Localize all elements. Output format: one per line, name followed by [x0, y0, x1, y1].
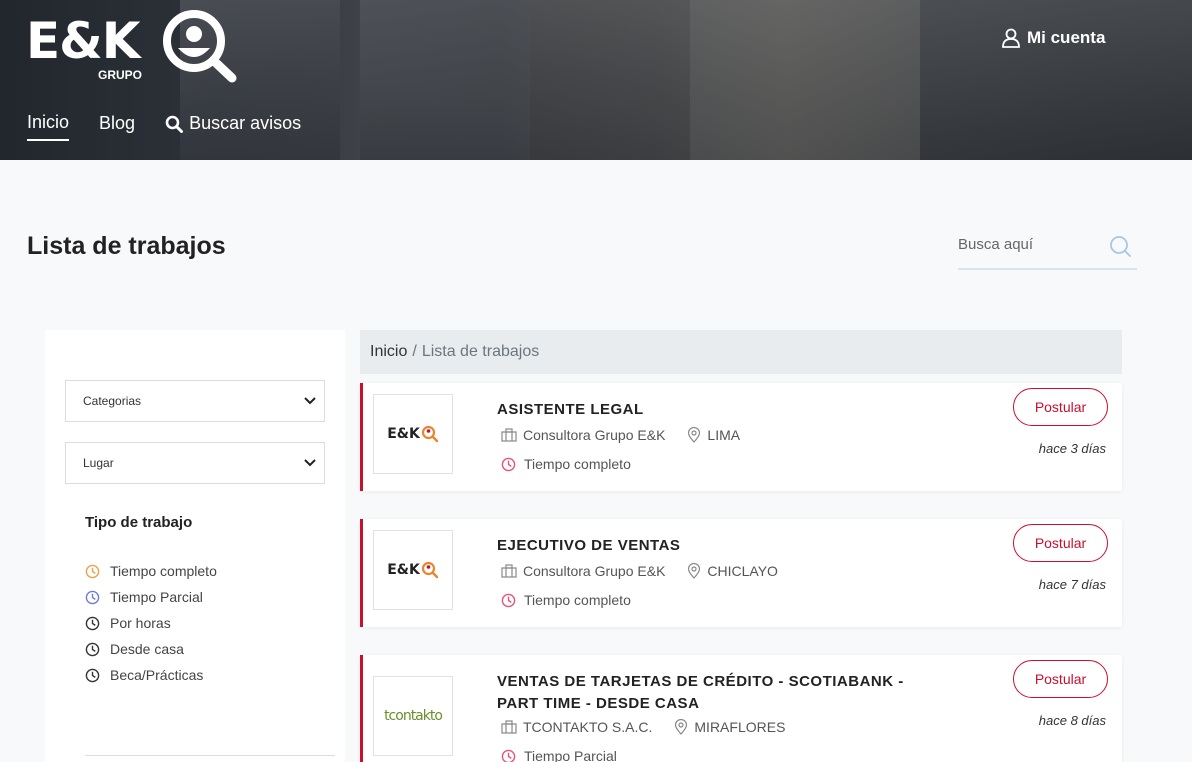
apply-button[interactable]: Postular: [1013, 388, 1108, 426]
sidebar-divider: [85, 755, 335, 756]
filters-sidebar: Categorias Lugar Tipo de trabajo Tiempo …: [45, 330, 345, 762]
building-icon: [501, 428, 517, 442]
nav-buscar-avisos[interactable]: Buscar avisos: [165, 113, 301, 140]
nav-blog[interactable]: Blog: [99, 113, 135, 140]
job-type-value: Tiempo completo: [524, 592, 631, 608]
category-select-value: Categorias: [83, 394, 142, 408]
clock-icon: [85, 642, 100, 656]
job-type-label: Beca/Prácticas: [110, 667, 204, 683]
breadcrumb-current: Lista de trabajos: [421, 343, 540, 360]
job-location: MIRAFLORES: [694, 719, 786, 735]
job-type-value: Tiempo Parcial: [524, 748, 617, 762]
header-banner: E&K GRUPO Mi cuenta Inicio Blog Buscar a…: [0, 0, 1192, 160]
clock-icon: [85, 616, 100, 630]
clock-icon: [501, 593, 516, 607]
clock-icon: [85, 590, 100, 604]
job-meta: Consultora Grupo E&K LIMA: [501, 427, 740, 443]
job-meta: Consultora Grupo E&K CHICLAYO: [501, 563, 778, 579]
company-logo-text: E&K: [387, 426, 420, 442]
job-card[interactable]: E&K EJECUTIVO DE VENTAS Consultora Grupo…: [360, 519, 1122, 627]
job-meta: TCONTAKTO S.A.C. MIRAFLORES: [501, 719, 785, 735]
clock-icon: [85, 668, 100, 682]
job-type-label: Tiempo Parcial: [110, 589, 203, 605]
job-type: Tiempo completo: [501, 456, 631, 472]
job-location: LIMA: [707, 427, 741, 443]
location-select[interactable]: Lugar: [65, 442, 325, 484]
company-logo: E&K: [373, 530, 453, 610]
nav-inicio[interactable]: Inicio: [27, 112, 70, 141]
breadcrumb: Inicio / Lista de trabajos: [360, 330, 1122, 374]
building-icon: [501, 720, 517, 734]
job-date: hace 3 días: [1038, 441, 1106, 456]
job-title[interactable]: ASISTENTE LEGAL: [497, 399, 907, 421]
job-card[interactable]: E&K ASISTENTE LEGAL Consultora Grupo E&K…: [360, 383, 1122, 491]
job-type-value: Tiempo completo: [524, 456, 631, 472]
job-type-label: Por horas: [110, 615, 171, 631]
company-logo-text: E&K: [387, 562, 420, 578]
logo-subtitle: GRUPO: [98, 68, 143, 82]
category-select[interactable]: Categorias: [65, 380, 325, 422]
location-pin-icon: [688, 427, 701, 443]
job-date: hace 8 días: [1038, 713, 1106, 728]
chevron-down-icon: [304, 459, 316, 467]
search-input[interactable]: [958, 226, 1098, 262]
nav-buscar-label: Buscar avisos: [189, 113, 302, 133]
job-type: Tiempo completo: [501, 592, 631, 608]
company-logo-text: tcontakto: [384, 708, 443, 724]
job-title[interactable]: VENTAS DE TARJETAS DE CRÉDITO - SCOTIABA…: [497, 671, 907, 715]
company-name: TCONTAKTO S.A.C.: [523, 719, 653, 735]
clock-icon: [501, 749, 516, 762]
search-icon: [165, 115, 184, 133]
user-icon: [1002, 28, 1020, 48]
apply-button[interactable]: Postular: [1013, 524, 1108, 562]
location-pin-icon: [675, 719, 688, 735]
location-select-value: Lugar: [83, 456, 114, 470]
breadcrumb-home[interactable]: Inicio: [370, 343, 407, 361]
magnifier-person-icon: [163, 10, 237, 83]
clock-icon: [501, 457, 516, 471]
logo-text: E&K: [26, 12, 141, 70]
site-logo[interactable]: E&K GRUPO: [26, 8, 246, 84]
job-card[interactable]: tcontakto VENTAS DE TARJETAS DE CRÉDITO …: [360, 655, 1122, 762]
job-date: hace 7 días: [1038, 577, 1106, 592]
location-pin-icon: [688, 563, 701, 579]
job-title[interactable]: EJECUTIVO DE VENTAS: [497, 535, 907, 557]
company-name: Consultora Grupo E&K: [523, 563, 666, 579]
company-name: Consultora Grupo E&K: [523, 427, 666, 443]
clock-icon: [85, 564, 100, 578]
account-link[interactable]: Mi cuenta: [1001, 28, 1105, 48]
page-title: Lista de trabajos: [27, 232, 226, 260]
main-nav: Inicio Blog Buscar avisos: [27, 112, 301, 141]
magnifier-icon: [421, 561, 439, 579]
job-type: Tiempo Parcial: [501, 748, 617, 762]
magnifier-icon: [421, 425, 439, 443]
job-location: CHICLAYO: [707, 563, 778, 579]
account-label: Mi cuenta: [1027, 28, 1106, 47]
search-box: [958, 226, 1137, 270]
apply-button[interactable]: Postular: [1013, 660, 1108, 698]
building-icon: [501, 564, 517, 578]
job-type-item[interactable]: Beca/Prácticas: [85, 652, 217, 688]
job-type-label: Desde casa: [110, 641, 184, 657]
breadcrumb-separator: /: [412, 343, 417, 360]
job-type-label: Tiempo completo: [110, 563, 217, 579]
job-type-title: Tipo de trabajo: [85, 514, 193, 531]
chevron-down-icon: [304, 397, 316, 405]
company-logo: tcontakto: [373, 676, 453, 756]
search-icon[interactable]: [1109, 235, 1131, 257]
job-type-list: Tiempo completo Tiempo Parcial Por horas…: [85, 558, 217, 688]
company-logo: E&K: [373, 394, 453, 474]
